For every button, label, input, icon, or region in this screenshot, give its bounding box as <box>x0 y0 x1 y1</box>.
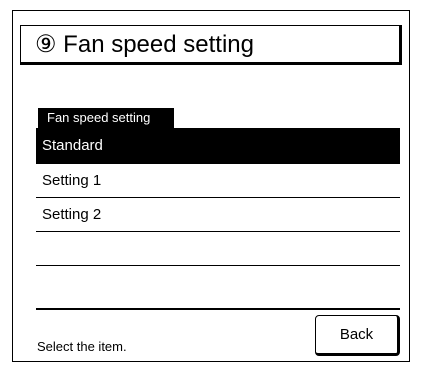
option-empty-row <box>36 232 400 266</box>
footer-divider <box>36 308 400 310</box>
option-standard[interactable]: Standard <box>36 128 400 164</box>
option-label: Standard <box>42 137 103 154</box>
fan-speed-options-list: Standard Setting 1 Setting 2 <box>36 128 400 300</box>
back-button-label: Back <box>339 326 374 343</box>
section-label: Fan speed setting <box>38 108 174 128</box>
option-empty-row <box>36 266 400 300</box>
option-setting-2[interactable]: Setting 2 <box>36 198 400 232</box>
option-label: Setting 1 <box>42 172 102 189</box>
page-title: ⑨ Fan speed setting <box>35 31 254 58</box>
option-label: Setting 2 <box>42 206 102 223</box>
status-message: Select the item. <box>37 339 127 354</box>
option-setting-1[interactable]: Setting 1 <box>36 164 400 198</box>
back-button[interactable]: Back <box>315 315 400 356</box>
page-title-box: ⑨ Fan speed setting <box>20 25 402 65</box>
